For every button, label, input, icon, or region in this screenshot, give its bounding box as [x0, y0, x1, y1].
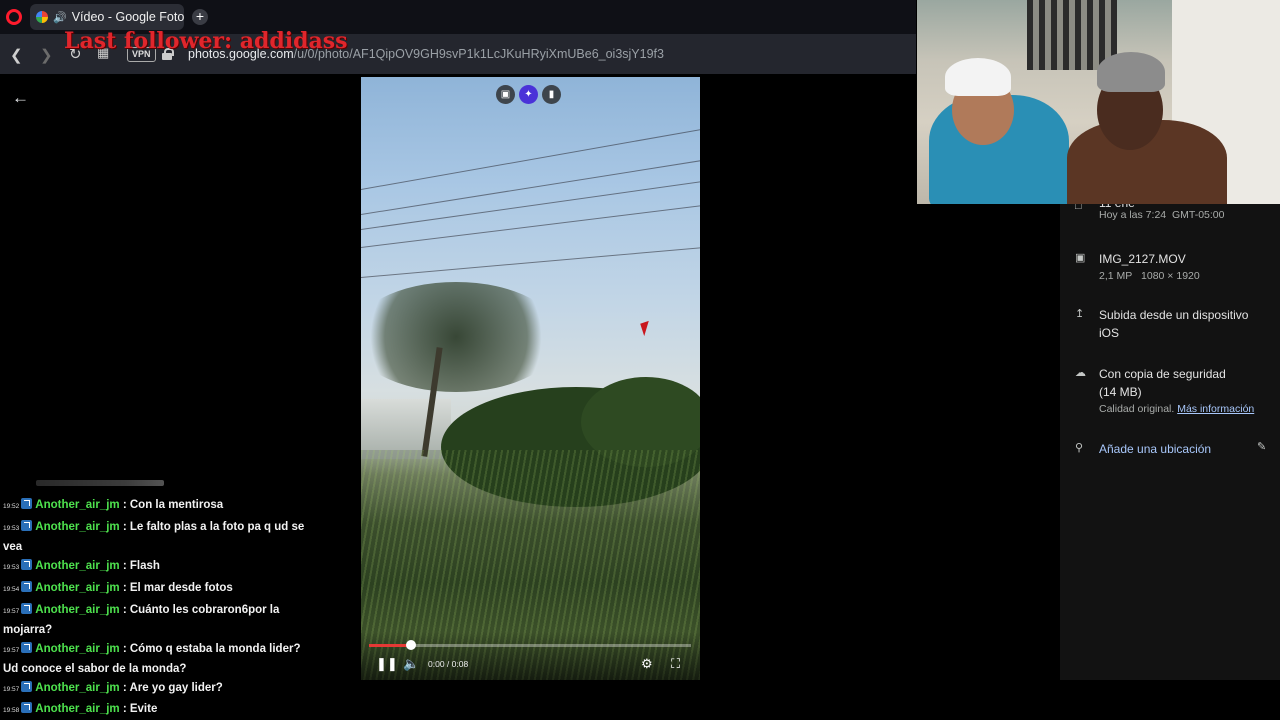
- power-line: [361, 204, 700, 248]
- progress-knob[interactable]: [405, 640, 416, 650]
- file-dimensions: 2,1 MP 1080 × 1920: [1099, 270, 1200, 282]
- chat-message: 19:58 Another_air_jm : Evite: [3, 700, 311, 720]
- backup-status: Con copia de seguridad (14 MB): [1099, 365, 1226, 401]
- progress-bar[interactable]: [369, 640, 691, 650]
- tree-canopy: [361, 282, 561, 392]
- settings-gear-icon[interactable]: ⚙: [641, 656, 653, 672]
- quality: Calidad original.: [1099, 403, 1175, 415]
- prime-badge-icon: [21, 581, 33, 592]
- pause-icon[interactable]: ❚❚: [376, 656, 398, 672]
- chat-text: : Are yo gay lider?: [122, 682, 223, 694]
- browser-tab[interactable]: 🔊 Vídeo - Google Fotos: [30, 4, 184, 30]
- chat-username[interactable]: Another_air_jm: [35, 643, 119, 655]
- more-info-link[interactable]: Más información: [1177, 403, 1254, 415]
- fullscreen-icon[interactable]: ⛶: [671, 656, 680, 672]
- url-path: /u/0/photo/AF1QipOV9GH9svP1k1LcJKuHRyiXm…: [293, 47, 664, 61]
- chat-message: 19:53 Another_air_jm : Flash: [3, 557, 311, 577]
- cloud-icon: ☁: [1075, 367, 1086, 379]
- megapixels: 2,1 MP: [1099, 270, 1133, 282]
- backup-line1: Con copia de seguridad: [1099, 367, 1226, 381]
- back-arrow-icon[interactable]: ←: [12, 88, 29, 108]
- chat-text: : Evite: [122, 703, 158, 715]
- upload-icon: ↥: [1075, 308, 1085, 320]
- upload-line1: Subida desde un dispositivo: [1099, 308, 1249, 322]
- mode-icons: ▣ ✦ ▮: [496, 85, 561, 104]
- chat-cut-off-message: [36, 480, 164, 486]
- timezone: GMT-05:00: [1171, 209, 1225, 221]
- chat-timestamp: 19:53: [3, 564, 20, 571]
- location-pin-icon: ⚲: [1075, 442, 1084, 454]
- tab-title: Vídeo - Google Fotos: [71, 10, 184, 24]
- prime-badge-icon: [21, 520, 33, 531]
- audio-playing-icon[interactable]: 🔊: [53, 11, 67, 24]
- chat-timestamp: 19:54: [3, 586, 20, 593]
- date-time-value: Hoy a las 7:24: [1099, 209, 1167, 221]
- chat-overlay: 19:52 Another_air_jm : Con la mentirosa 19…: [0, 478, 320, 720]
- volume-icon[interactable]: 🔈: [403, 656, 419, 672]
- prime-badge-icon: [21, 642, 33, 653]
- new-tab-button[interactable]: +: [192, 9, 208, 25]
- resolution: 1080 × 1920: [1141, 270, 1200, 282]
- prime-badge-icon: [21, 681, 33, 692]
- mouse-cursor-icon: [640, 320, 653, 337]
- prime-badge-icon: [21, 702, 33, 713]
- video-camera-icon[interactable]: ▮: [542, 85, 561, 104]
- chat-message: 19:54 Another_air_jm : El mar desde fotos: [3, 579, 311, 599]
- chat-timestamp: 19:57: [3, 647, 20, 654]
- chat-message: 19:57 Another_air_jm : Cuánto les cobraro…: [3, 601, 311, 639]
- power-line: [361, 246, 700, 278]
- enhance-icon[interactable]: ✦: [519, 85, 538, 104]
- person-left-cap: [945, 58, 1011, 96]
- chat-timestamp: 19:58: [3, 707, 20, 714]
- chat-text: : Con la mentirosa: [122, 499, 224, 511]
- video-player[interactable]: ▣ ✦ ▮ ❚❚ 🔈 0:00 / 0:08 ⚙ ⛶: [361, 77, 700, 680]
- chat-username[interactable]: Another_air_jm: [35, 604, 119, 616]
- chat-message: 19:52 Another_air_jm : Con la mentirosa: [3, 496, 311, 516]
- forward-icon[interactable]: ❯: [40, 46, 53, 64]
- chat-timestamp: 19:52: [3, 503, 20, 510]
- prime-badge-icon: [21, 603, 33, 614]
- chat-text: : El mar desde fotos: [122, 582, 233, 594]
- chat-message: 19:53 Another_air_jm : Le falto plas a la…: [3, 518, 311, 556]
- google-photos-favicon-icon: [36, 11, 48, 23]
- person-right-cap: [1097, 52, 1165, 92]
- image-file-icon: ▣: [1075, 252, 1086, 264]
- add-location-link[interactable]: Añade una ubicación: [1099, 440, 1211, 458]
- time-readout: 0:00 / 0:08: [428, 659, 469, 669]
- quality-line: Calidad original. Más información: [1099, 403, 1254, 415]
- back-icon[interactable]: ❮: [10, 46, 23, 64]
- chat-username[interactable]: Another_air_jm: [35, 521, 119, 533]
- chat-text: : Flash: [122, 560, 160, 572]
- chat-username[interactable]: Another_air_jm: [35, 560, 119, 572]
- chat-username[interactable]: Another_air_jm: [35, 582, 119, 594]
- last-follower-overlay: Last follower: addidass: [64, 28, 348, 54]
- chat-timestamp: 19:53: [3, 525, 20, 532]
- chat-username[interactable]: Another_air_jm: [35, 499, 119, 511]
- filename: IMG_2127.MOV: [1099, 252, 1186, 266]
- prime-badge-icon: [21, 559, 33, 570]
- upload-source: Subida desde un dispositivo iOS: [1099, 306, 1248, 342]
- date-time: Hoy a las 7:24 GMT-05:00: [1099, 209, 1225, 221]
- chat-message: 19:57 Another_air_jm : Cómo q estaba la m…: [3, 640, 311, 678]
- screen: 🔊 Vídeo - Google Fotos + ❮ ❯ ↻ ▦ VPN pho…: [0, 0, 1280, 720]
- power-line: [361, 159, 700, 215]
- backup-line2: (14 MB): [1099, 385, 1142, 399]
- chat-username[interactable]: Another_air_jm: [35, 703, 119, 715]
- edit-location-icon[interactable]: ✎: [1257, 440, 1266, 453]
- chat-timestamp: 19:57: [3, 608, 20, 615]
- info-panel: □ 11 ene Hoy a las 7:24 GMT-05:00 ✎ ▣ IM…: [1060, 195, 1280, 680]
- progress-fill: [369, 644, 411, 647]
- opera-logo-icon[interactable]: [6, 9, 22, 25]
- webcam-feed: [917, 0, 1280, 204]
- prime-badge-icon: [21, 498, 33, 509]
- upload-line2: iOS: [1099, 326, 1120, 340]
- chat-message: 19:57 Another_air_jm : Are yo gay lider?: [3, 679, 311, 699]
- motion-photo-icon[interactable]: ▣: [496, 85, 515, 104]
- power-line: [361, 128, 700, 190]
- chat-username[interactable]: Another_air_jm: [35, 682, 119, 694]
- player-controls: ❚❚ 🔈 0:00 / 0:08 ⚙ ⛶: [361, 632, 700, 680]
- chat-timestamp: 19:57: [3, 686, 20, 693]
